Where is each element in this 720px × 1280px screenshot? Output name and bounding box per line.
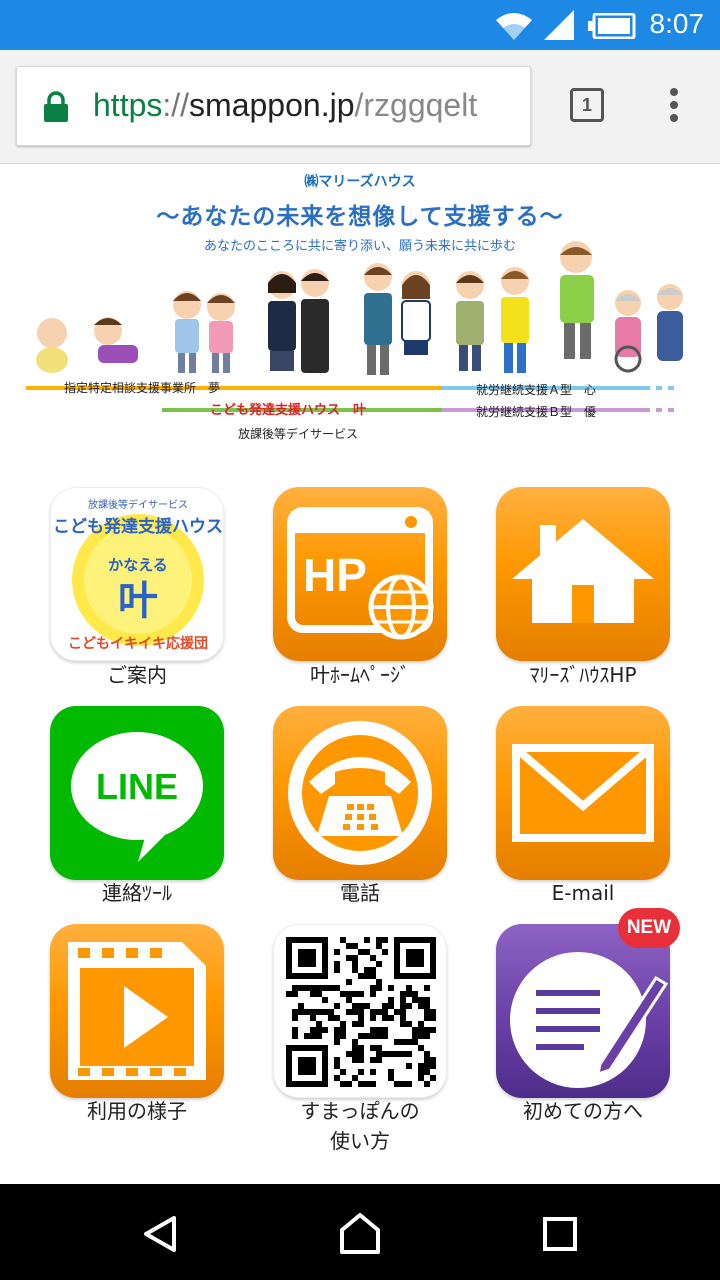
service-label-consultation: 指定特定相談支援事業所 夢 [64, 381, 221, 395]
hp-text: HP [303, 549, 367, 601]
smappon-howto-tile[interactable] [273, 924, 447, 1098]
figure-adults [456, 241, 594, 373]
service-label-dayservice: 放課後等デイサービス [238, 427, 359, 441]
kanaeru-bottom-text: こどもイキイキ応援団 [68, 635, 208, 652]
back-icon[interactable] [140, 1214, 180, 1254]
status-bar: 8:07 [0, 0, 720, 50]
url-scheme: https [93, 87, 163, 123]
envelope-icon [512, 744, 654, 842]
kanaeru-title-text: こども発達支援ハウス [53, 516, 223, 537]
memo-pen-icon [510, 952, 669, 1088]
usage-scene-label[interactable]: 利用の様子 [27, 1096, 247, 1126]
email-label[interactable]: E-mail [473, 878, 693, 908]
contact-tool-label[interactable]: 連絡ﾂｰﾙ [27, 878, 247, 908]
signal-icon [544, 10, 574, 40]
url-separator: :// [162, 87, 190, 123]
figure-children-pair [173, 291, 235, 373]
line-tile[interactable]: LINE [50, 706, 224, 880]
guide-tile[interactable]: 放課後等デイサービス こども発達支援ハウス かなえる 叶 こどもイキイキ応援団 [50, 487, 224, 661]
browser-toolbar: https://smappon.jp/rzggqelt 1 [0, 50, 720, 164]
tab-switcher-button[interactable]: 1 [570, 88, 604, 122]
url-text[interactable]: https://smappon.jp/rzggqelt [93, 87, 477, 124]
kanaeru-kanji-text: 叶 [118, 578, 158, 624]
wifi-icon [496, 13, 532, 40]
line-icon: LINE [71, 732, 203, 862]
kanaeru-homepage-tile[interactable]: HP [273, 487, 447, 661]
kanaeru-logo-icon: 放課後等デイサービス こども発達支援ハウス かなえる 叶 こどもイキイキ応援団 [53, 498, 223, 652]
first-time-tile[interactable] [496, 924, 670, 1098]
house-icon [512, 519, 654, 623]
line-logo-text: LINE [96, 766, 178, 807]
video-icon [68, 942, 206, 1080]
service-label-employment-a: 就労継続支援Ａ型 心 [476, 383, 597, 397]
figure-seniors [614, 284, 683, 373]
qr-code-icon [286, 937, 436, 1087]
phone-label[interactable]: 電話 [250, 878, 470, 908]
phone-tile[interactable] [273, 706, 447, 880]
guide-label[interactable]: ご案内 [27, 660, 247, 690]
header-banner: ㈱マリーズハウス ～あなたの未来を想像して支援する～ あなたのこころに共に寄り添… [0, 163, 720, 453]
marys-house-tile[interactable] [496, 487, 670, 661]
first-time-label[interactable]: 初めての方へ [473, 1096, 693, 1126]
kanaeru-top-text: 放課後等デイサービス [88, 498, 188, 511]
kanaeru-sub-text: かなえる [108, 556, 168, 574]
figure-baby [36, 318, 68, 373]
kanaeru-homepage-label[interactable]: 叶ﾎｰﾑﾍﾟｰｼﾞ [250, 660, 470, 690]
url-path: /rzggqelt [354, 87, 478, 123]
figure-teens [364, 263, 431, 375]
figure-students [268, 269, 329, 373]
new-badge: NEW [618, 908, 680, 948]
clock: 8:07 [649, 8, 705, 39]
usage-scene-tile[interactable] [50, 924, 224, 1098]
figure-toddler [94, 317, 138, 363]
recents-icon[interactable] [542, 1216, 578, 1252]
navigation-bar [0, 1184, 720, 1280]
address-bar[interactable]: https://smappon.jp/rzggqelt [16, 66, 531, 146]
lock-icon [44, 91, 68, 122]
phone-icon [288, 721, 432, 865]
homepage-icon: HP [287, 507, 434, 640]
home-icon[interactable] [338, 1212, 382, 1254]
overflow-menu-icon[interactable] [664, 88, 684, 128]
battery-icon [588, 13, 636, 39]
marys-house-label[interactable]: ﾏﾘｰｽﾞﾊｳｽHP [473, 660, 693, 690]
url-host: smappon.jp [189, 87, 355, 123]
service-label-kanaeru: こども発達支援ハウス 叶 [210, 403, 367, 418]
service-label-employment-b: 就労継続支援Ｂ型 優 [476, 405, 597, 419]
smappon-howto-label[interactable]: すまっぽんの 使い方 [250, 1096, 470, 1156]
email-tile[interactable] [496, 706, 670, 880]
